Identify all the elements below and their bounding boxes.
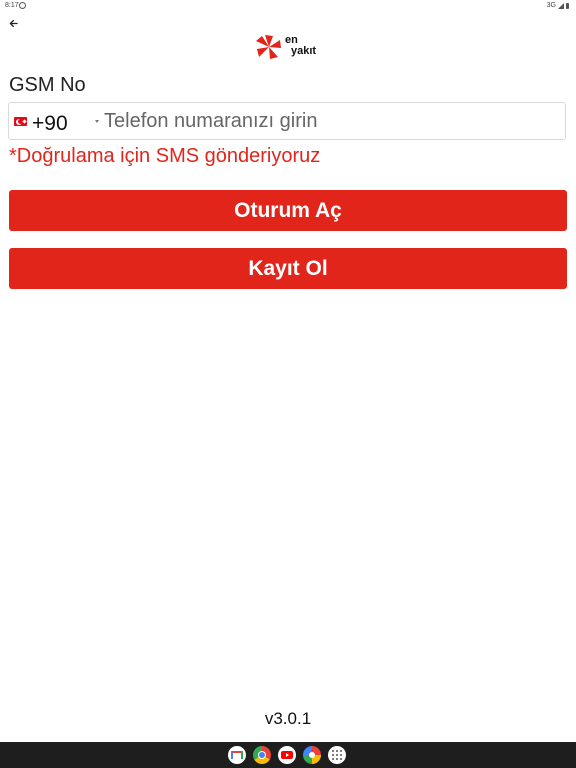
notification-icon (19, 2, 26, 9)
status-bar: 8:17 3G (0, 0, 576, 12)
dial-code: +90 (32, 112, 68, 135)
gmail-icon[interactable] (228, 746, 246, 764)
youtube-icon[interactable] (278, 746, 296, 764)
country-code-picker[interactable]: +90 (9, 103, 105, 139)
back-button[interactable] (4, 14, 22, 32)
network-type: 3G (546, 2, 556, 9)
turkey-flag-icon (14, 117, 27, 126)
app-dock (228, 746, 346, 764)
login-button[interactable]: Oturum Aç (9, 190, 567, 231)
logo-mark-icon (256, 35, 281, 59)
phone-field: +90 (8, 102, 566, 140)
status-indicators: 3G (547, 2, 569, 9)
app-logo: en yakıt (254, 32, 328, 62)
app-version: v3.0.1 (264, 709, 312, 728)
status-time: 8:17 (5, 2, 19, 9)
gsm-label: GSM No (9, 74, 86, 96)
logo-text-yakit: yakıt (291, 45, 317, 57)
chrome-icon[interactable] (253, 746, 271, 764)
app-drawer-icon[interactable] (328, 746, 346, 764)
photos-icon[interactable] (303, 746, 321, 764)
phone-number-input[interactable] (104, 104, 559, 138)
battery-icon (566, 2, 569, 9)
taskbar (0, 742, 576, 768)
sms-verification-note: *Doğrulama için SMS gönderiyoruz (9, 145, 321, 167)
arrow-left-icon (9, 19, 18, 27)
chevron-down-icon (95, 120, 99, 123)
signal-icon (558, 2, 564, 9)
register-button[interactable]: Kayıt Ol (9, 248, 567, 289)
